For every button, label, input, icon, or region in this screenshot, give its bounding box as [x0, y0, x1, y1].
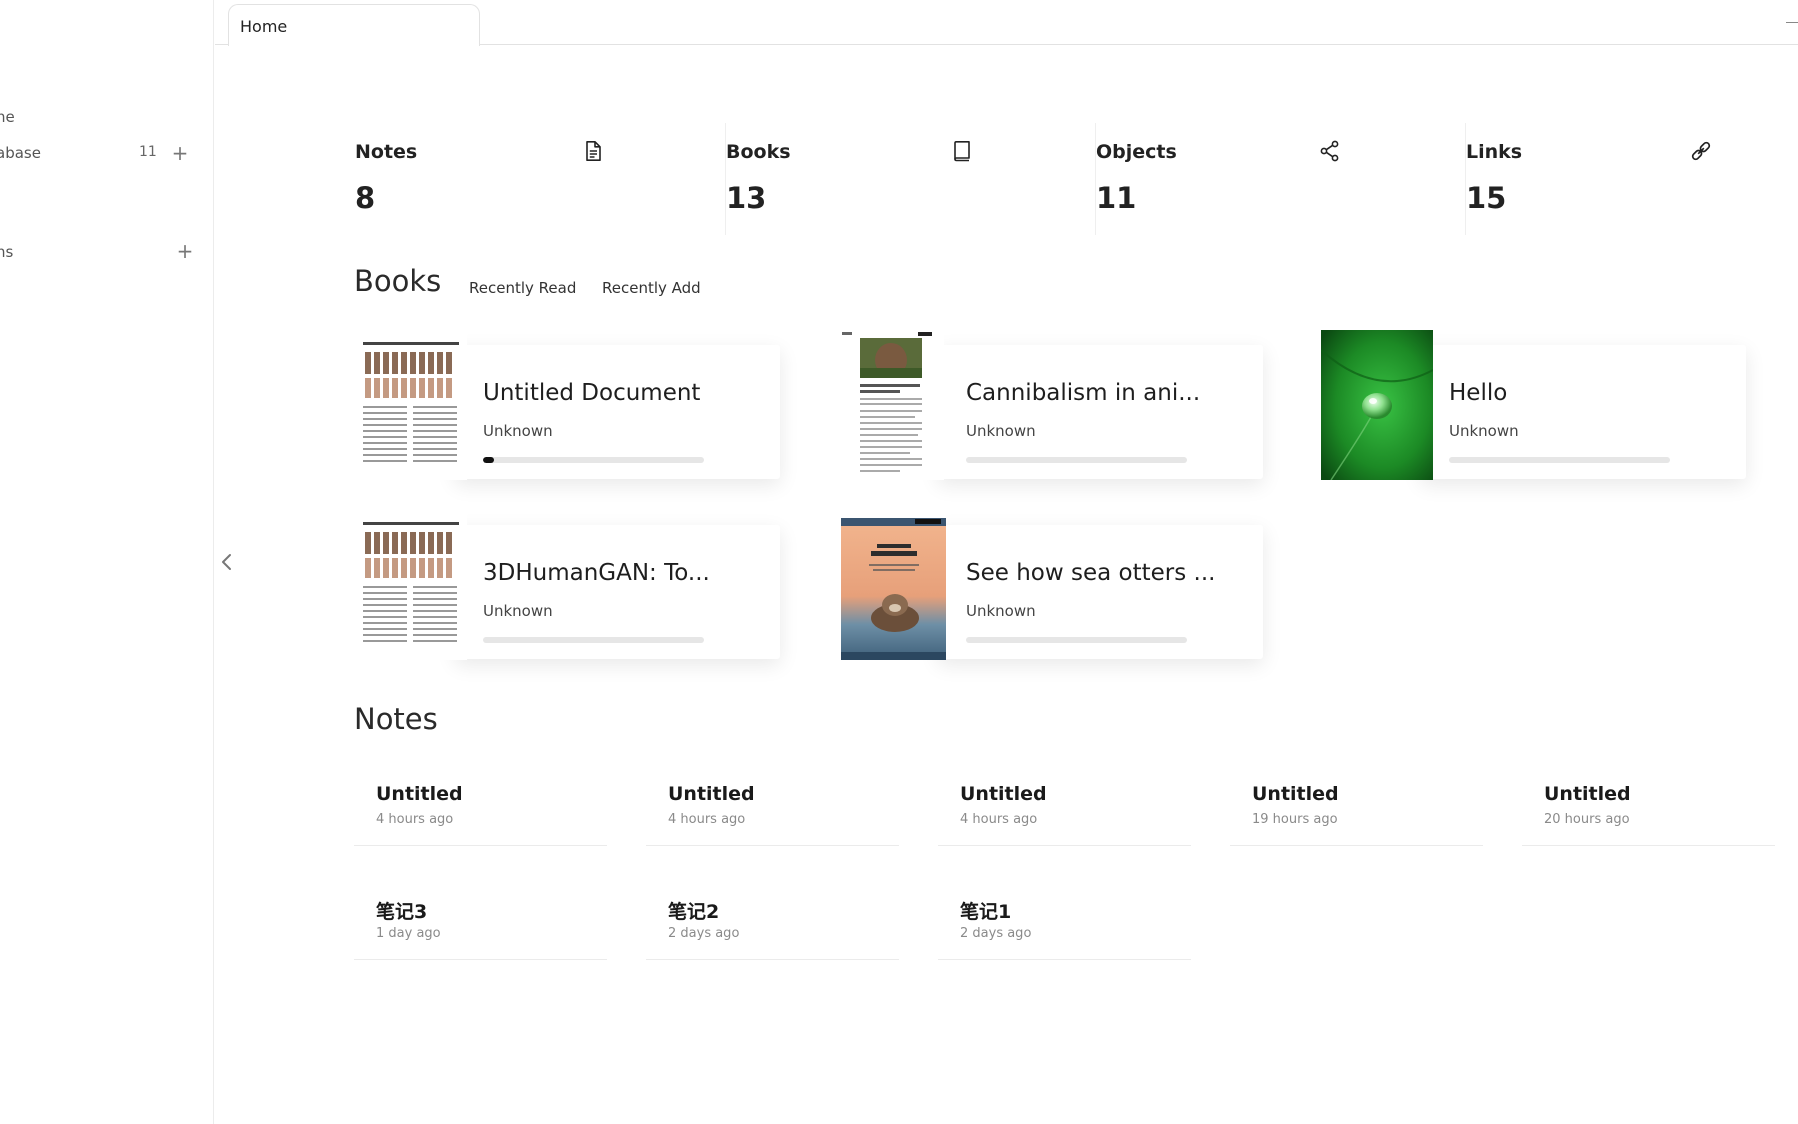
sidebar: ne abase 11 + ns +	[0, 0, 214, 1124]
note-title: Untitled	[960, 783, 1047, 805]
book-author: Unknown	[1449, 422, 1519, 440]
share-icon	[1320, 140, 1339, 162]
stat-notes-label: Notes	[355, 141, 418, 163]
sidebar-item-home[interactable]: ne	[0, 108, 15, 126]
stat-notes-value: 8	[355, 181, 376, 215]
book-title: Untitled Document	[483, 380, 701, 406]
note-title: 笔记1	[960, 901, 1012, 923]
book-author: Unknown	[966, 422, 1036, 440]
note-card[interactable]: 笔记2 2 days ago	[646, 886, 899, 960]
tab-home[interactable]: Home	[228, 4, 480, 46]
book-author: Unknown	[483, 602, 553, 620]
note-card[interactable]: 笔记1 2 days ago	[938, 886, 1191, 960]
filter-recently-add[interactable]: Recently Add	[602, 279, 701, 297]
stat-objects-value: 11	[1096, 181, 1137, 215]
book-cover-paper	[355, 330, 467, 480]
app-root: ne abase 11 + ns + Home Notes 8 Books 13	[0, 0, 1798, 1124]
stat-books-label: Books	[726, 141, 791, 163]
reading-progress-bar	[483, 457, 704, 463]
notes-section-title: Notes	[354, 702, 438, 736]
note-title: Untitled	[1544, 783, 1631, 805]
book-title: Hello	[1449, 380, 1508, 406]
stat-notes[interactable]: Notes 8	[355, 123, 725, 235]
book-title: See how sea otters ...	[966, 560, 1216, 586]
note-card[interactable]: Untitled 20 hours ago	[1522, 772, 1775, 846]
book-cover-leaf-photo	[1321, 330, 1433, 480]
book-card[interactable]: Cannibalism in ani... Unknown	[838, 330, 1263, 480]
books-section-title: Books	[354, 264, 442, 298]
add-database-item-button[interactable]: +	[171, 143, 189, 163]
note-timestamp: 1 day ago	[376, 926, 441, 941]
filter-recently-read[interactable]: Recently Read	[469, 279, 576, 297]
note-card[interactable]: Untitled 19 hours ago	[1230, 772, 1483, 846]
book-author: Unknown	[483, 422, 553, 440]
note-card[interactable]: Untitled 4 hours ago	[354, 772, 607, 846]
tab-bar: Home	[215, 0, 1798, 46]
stat-links-value: 15	[1466, 181, 1507, 215]
note-timestamp: 4 hours ago	[376, 812, 454, 827]
book-cover-magazine	[841, 510, 946, 660]
note-title: 笔记3	[376, 901, 428, 923]
note-timestamp: 4 hours ago	[960, 812, 1038, 827]
book-cover-article	[838, 330, 944, 480]
note-timestamp: 2 days ago	[960, 926, 1032, 941]
stat-objects-label: Objects	[1096, 141, 1177, 163]
stat-books-value: 13	[726, 181, 767, 215]
stat-links[interactable]: Links 15	[1465, 123, 1798, 235]
note-title: Untitled	[376, 783, 463, 805]
book-cover-paper	[355, 510, 467, 660]
minimize-button[interactable]	[1786, 22, 1798, 23]
note-timestamp: 2 days ago	[668, 926, 740, 941]
collapse-sidebar-button[interactable]	[218, 551, 236, 573]
book-card[interactable]: 3DHumanGAN: To... Unknown	[355, 510, 780, 660]
add-collection-button[interactable]: +	[176, 241, 194, 261]
link-icon	[1691, 141, 1711, 161]
note-timestamp: 4 hours ago	[668, 812, 746, 827]
book-icon	[954, 141, 970, 162]
note-card[interactable]: Untitled 4 hours ago	[938, 772, 1191, 846]
reading-progress-bar	[966, 637, 1187, 643]
stat-links-label: Links	[1466, 141, 1523, 163]
reading-progress-bar	[1449, 457, 1670, 463]
sidebar-item-collections[interactable]: ns	[0, 243, 13, 261]
note-card[interactable]: 笔记3 1 day ago	[354, 886, 607, 960]
note-card[interactable]: Untitled 4 hours ago	[646, 772, 899, 846]
reading-progress-bar	[966, 457, 1187, 463]
stat-objects[interactable]: Objects 11	[1095, 123, 1465, 235]
sidebar-item-database[interactable]: abase	[0, 144, 41, 162]
sidebar-item-database-count: 11	[139, 144, 157, 160]
book-card[interactable]: Hello Unknown	[1321, 330, 1746, 480]
note-title: Untitled	[1252, 783, 1339, 805]
book-title: Cannibalism in ani...	[966, 380, 1201, 406]
reading-progress-fill	[483, 457, 495, 463]
note-timestamp: 19 hours ago	[1252, 812, 1338, 827]
book-card[interactable]: Untitled Document Unknown	[355, 330, 780, 480]
document-icon	[586, 141, 601, 161]
stat-books[interactable]: Books 13	[725, 123, 1095, 235]
note-timestamp: 20 hours ago	[1544, 812, 1630, 827]
chevron-left-icon	[222, 554, 231, 570]
note-title: Untitled	[668, 783, 755, 805]
book-author: Unknown	[966, 602, 1036, 620]
book-title: 3DHumanGAN: To...	[483, 560, 710, 586]
note-title: 笔记2	[668, 901, 720, 923]
book-card[interactable]: See how sea otters ... Unknown	[838, 510, 1263, 660]
reading-progress-bar	[483, 637, 704, 643]
